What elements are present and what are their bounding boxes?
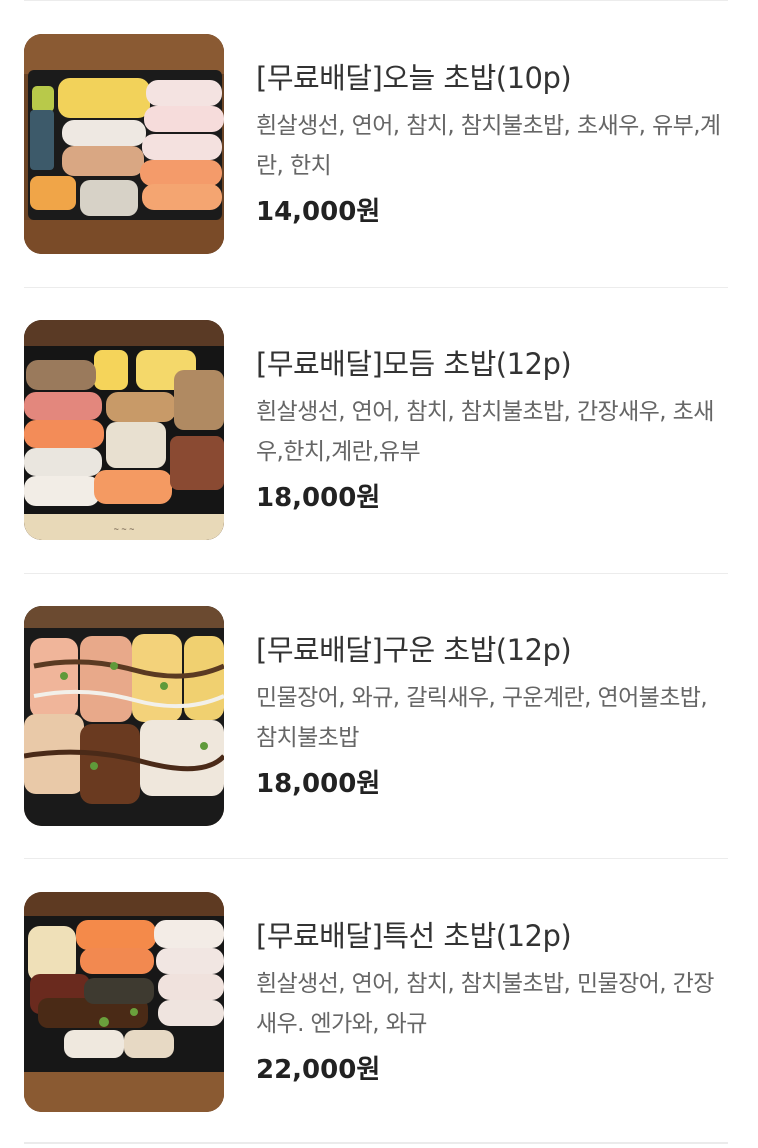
menu-item-name: [무료배달]오늘 초밥(10p) [256,61,572,95]
divider [24,573,728,574]
menu-item-today-sushi[interactable]: [무료배달]오늘 초밥(10p) 흰살생선, 연어, 참치, 참치불초밥, 초새… [24,34,728,254]
menu-item-price: 14,000원 [256,197,381,227]
bottom-divider [24,1142,728,1144]
menu-item-name: [무료배달]특선 초밥(12p) [256,919,572,953]
svg-text:~ ~ ~: ~ ~ ~ [114,524,135,534]
menu-item-name: [무료배달]구운 초밥(12p) [256,633,572,667]
menu-item-assorted-sushi[interactable]: ~ ~ ~ [무료배달]모듬 초밥(12p) 흰살생선, 연어, 참치, 참치불… [24,320,728,540]
menu-item-photo: ~ ~ ~ [24,320,224,540]
menu-item-photo [24,606,224,826]
menu-item-photo [24,892,224,1112]
divider [24,858,728,859]
menu-item-price: 22,000원 [256,1055,381,1085]
divider [24,287,728,288]
menu-item-description: 흰살생선, 연어, 참치, 참치불초밥, 초새우, 유부,계란, 한치 [256,113,721,179]
menu-item-description: 흰살생선, 연어, 참치, 참치불초밥, 간장새우, 초새우,한치,계란,유부 [256,399,714,465]
menu-item-description: 흰살생선, 연어, 참치, 참치불초밥, 민물장어, 간장새우. 엔가와, 와규 [256,971,714,1037]
menu-item-special-sushi[interactable]: [무료배달]특선 초밥(12p) 흰살생선, 연어, 참치, 참치불초밥, 민물… [24,892,728,1112]
menu-item-name: [무료배달]모듬 초밥(12p) [256,347,572,381]
menu-item-price: 18,000원 [256,769,381,799]
top-divider [24,0,728,1]
menu-item-description: 민물장어, 와규, 갈릭새우, 구운계란, 연어불초밥, 참치불초밥 [256,685,708,751]
menu-item-photo [24,34,224,254]
menu-item-grilled-sushi[interactable]: [무료배달]구운 초밥(12p) 민물장어, 와규, 갈릭새우, 구운계란, 연… [24,606,728,826]
menu-item-price: 18,000원 [256,483,381,513]
